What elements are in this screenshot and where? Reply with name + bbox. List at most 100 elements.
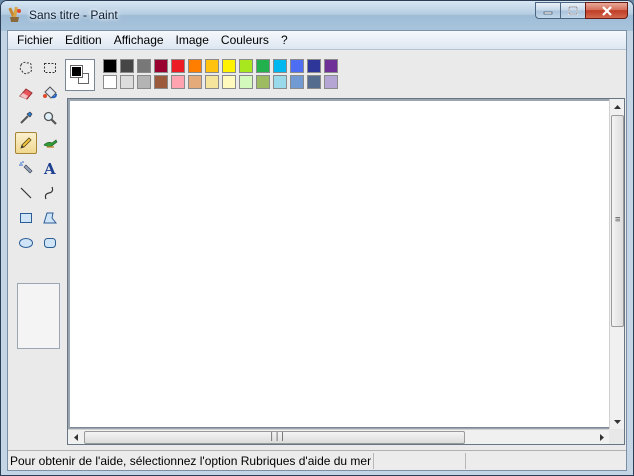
color-swatch[interactable] xyxy=(307,59,321,73)
status-help-text: Pour obtenir de l'aide, sélectionnez l'o… xyxy=(10,454,371,468)
color-swatch[interactable] xyxy=(222,75,236,89)
color-swatch[interactable] xyxy=(137,59,151,73)
color-swatch[interactable] xyxy=(256,59,270,73)
vertical-scrollbar[interactable]: ≡ xyxy=(609,99,624,429)
rectangle-tool[interactable] xyxy=(15,207,37,229)
rect-select-icon xyxy=(44,63,56,73)
color-picker-tool[interactable] xyxy=(15,107,37,129)
color-swatch[interactable] xyxy=(290,59,304,73)
eyedropper-icon xyxy=(20,111,33,124)
grip-icon: ≡ xyxy=(615,215,621,225)
paint-frame: Fichier Edition Affichage Image Couleurs… xyxy=(7,30,627,471)
foreground-color[interactable] xyxy=(70,65,83,78)
vertical-scroll-thumb[interactable]: ≡ xyxy=(611,115,624,327)
scroll-right-button[interactable] xyxy=(594,430,609,445)
eraser-icon xyxy=(19,88,33,100)
color-swatch[interactable] xyxy=(171,75,185,89)
menu-help[interactable]: ? xyxy=(275,32,294,49)
status-bar: Pour obtenir de l'aide, sélectionnez l'o… xyxy=(8,450,626,470)
title-bar[interactable]: Sans titre - Paint xyxy=(1,1,633,30)
color-swatch[interactable] xyxy=(137,75,151,89)
minimize-button[interactable] xyxy=(535,2,561,19)
horizontal-scroll-thumb[interactable]: ||| xyxy=(84,431,465,444)
color-swatch[interactable] xyxy=(120,59,134,73)
color-swatch[interactable] xyxy=(205,75,219,89)
toolbox: A xyxy=(11,55,63,349)
status-pane-coordinates xyxy=(373,453,463,469)
pencil-icon xyxy=(20,137,32,149)
minimize-icon xyxy=(543,11,553,14)
rect-select-tool[interactable] xyxy=(39,57,61,79)
pencil-tool[interactable] xyxy=(15,132,37,154)
free-select-tool[interactable] xyxy=(15,57,37,79)
drawing-canvas[interactable] xyxy=(70,101,610,428)
fill-tool[interactable] xyxy=(39,82,61,104)
color-swatch[interactable] xyxy=(239,75,253,89)
eraser-tool[interactable] xyxy=(15,82,37,104)
scroll-down-button[interactable] xyxy=(610,414,625,429)
menu-couleurs[interactable]: Couleurs xyxy=(215,32,275,49)
color-swatch[interactable] xyxy=(273,59,287,73)
color-swatch[interactable] xyxy=(239,59,253,73)
ellipse-icon xyxy=(19,238,33,248)
airbrush-tool[interactable] xyxy=(15,157,37,179)
line-tool[interactable] xyxy=(15,182,37,204)
menu-edition[interactable]: Edition xyxy=(59,32,108,49)
menu-bar: Fichier Edition Affichage Image Couleurs… xyxy=(8,31,626,50)
rectangle-icon xyxy=(20,213,32,223)
polygon-tool[interactable] xyxy=(39,207,61,229)
color-swatch[interactable] xyxy=(188,75,202,89)
color-swatch[interactable] xyxy=(222,59,236,73)
free-select-icon xyxy=(19,61,33,75)
color-swatch[interactable] xyxy=(205,59,219,73)
maximize-icon xyxy=(568,6,578,15)
color-swatch[interactable] xyxy=(154,59,168,73)
color-swatch[interactable] xyxy=(188,59,202,73)
maximize-button[interactable] xyxy=(560,2,586,19)
canvas-area: ≡ ||| xyxy=(67,98,625,445)
line-icon xyxy=(20,187,32,199)
arrow-up-icon xyxy=(614,104,621,109)
color-swatch[interactable] xyxy=(273,75,287,89)
paint-window: Sans titre - Paint Fichier Edition Affic… xyxy=(0,0,634,476)
caption-buttons xyxy=(535,2,628,19)
brush-tool[interactable] xyxy=(39,132,61,154)
ellipse-tool[interactable] xyxy=(15,232,37,254)
brush-icon xyxy=(43,139,58,148)
rounded-rectangle-icon xyxy=(44,238,56,248)
horizontal-scrollbar[interactable]: ||| xyxy=(68,429,609,444)
color-swatch[interactable] xyxy=(324,59,338,73)
menu-image[interactable]: Image xyxy=(170,32,215,49)
current-colors[interactable] xyxy=(65,59,95,91)
svg-text:A: A xyxy=(43,160,56,176)
color-swatch[interactable] xyxy=(103,75,117,89)
text-tool[interactable]: A xyxy=(39,157,61,179)
color-swatch[interactable] xyxy=(307,75,321,89)
menu-fichier[interactable]: Fichier xyxy=(11,32,59,49)
color-swatch[interactable] xyxy=(103,59,117,73)
magnifier-icon xyxy=(43,111,57,125)
paint-app-icon[interactable] xyxy=(7,6,25,24)
close-button[interactable] xyxy=(585,2,628,19)
menu-affichage[interactable]: Affichage xyxy=(108,32,170,49)
color-swatch[interactable] xyxy=(171,59,185,73)
magnifier-tool[interactable] xyxy=(39,107,61,129)
color-palette xyxy=(65,56,338,94)
status-pane-size xyxy=(465,453,555,469)
scroll-left-button[interactable] xyxy=(68,430,83,445)
color-swatch[interactable] xyxy=(154,75,168,89)
arrow-down-icon xyxy=(614,419,621,424)
color-swatch[interactable] xyxy=(324,75,338,89)
tool-options-box[interactable] xyxy=(17,283,60,349)
curve-tool[interactable] xyxy=(39,182,61,204)
color-swatch[interactable] xyxy=(120,75,134,89)
scroll-corner xyxy=(609,429,624,444)
airbrush-icon xyxy=(19,161,33,174)
text-a-icon: A xyxy=(43,160,56,176)
scroll-up-button[interactable] xyxy=(610,99,625,114)
color-swatch[interactable] xyxy=(290,75,304,89)
polygon-icon xyxy=(43,212,58,224)
color-swatch[interactable] xyxy=(256,75,270,89)
grip-icon: ||| xyxy=(269,432,286,442)
rounded-rect-tool[interactable] xyxy=(39,232,61,254)
